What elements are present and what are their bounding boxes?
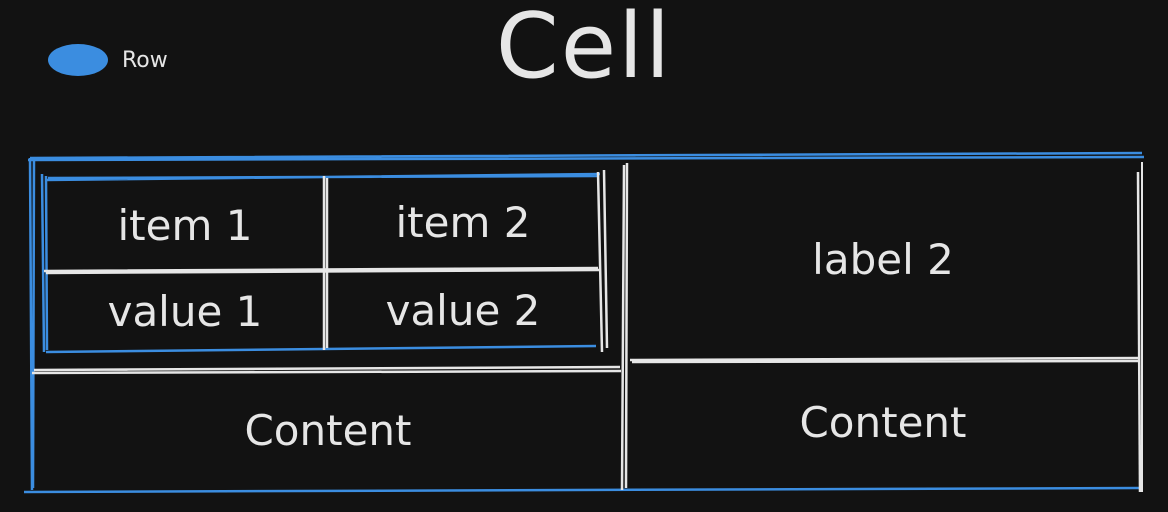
column-divider — [620, 162, 629, 491]
inner-header-cell-1: item 1 — [117, 200, 253, 250]
inner-value-cell-2: value 2 — [385, 285, 541, 335]
outer-row-bottom-edge — [23, 486, 1141, 494]
right-content-cell: Content — [799, 397, 967, 447]
outer-row-top-edge — [27, 151, 1145, 162]
right-label-cell: label 2 — [812, 234, 954, 284]
left-content-cell: Content — [244, 405, 412, 455]
inner-header-cell-2: item 2 — [395, 197, 531, 247]
inner-value-cell-1: value 1 — [107, 286, 263, 336]
outer-right-edge — [1136, 171, 1142, 493]
